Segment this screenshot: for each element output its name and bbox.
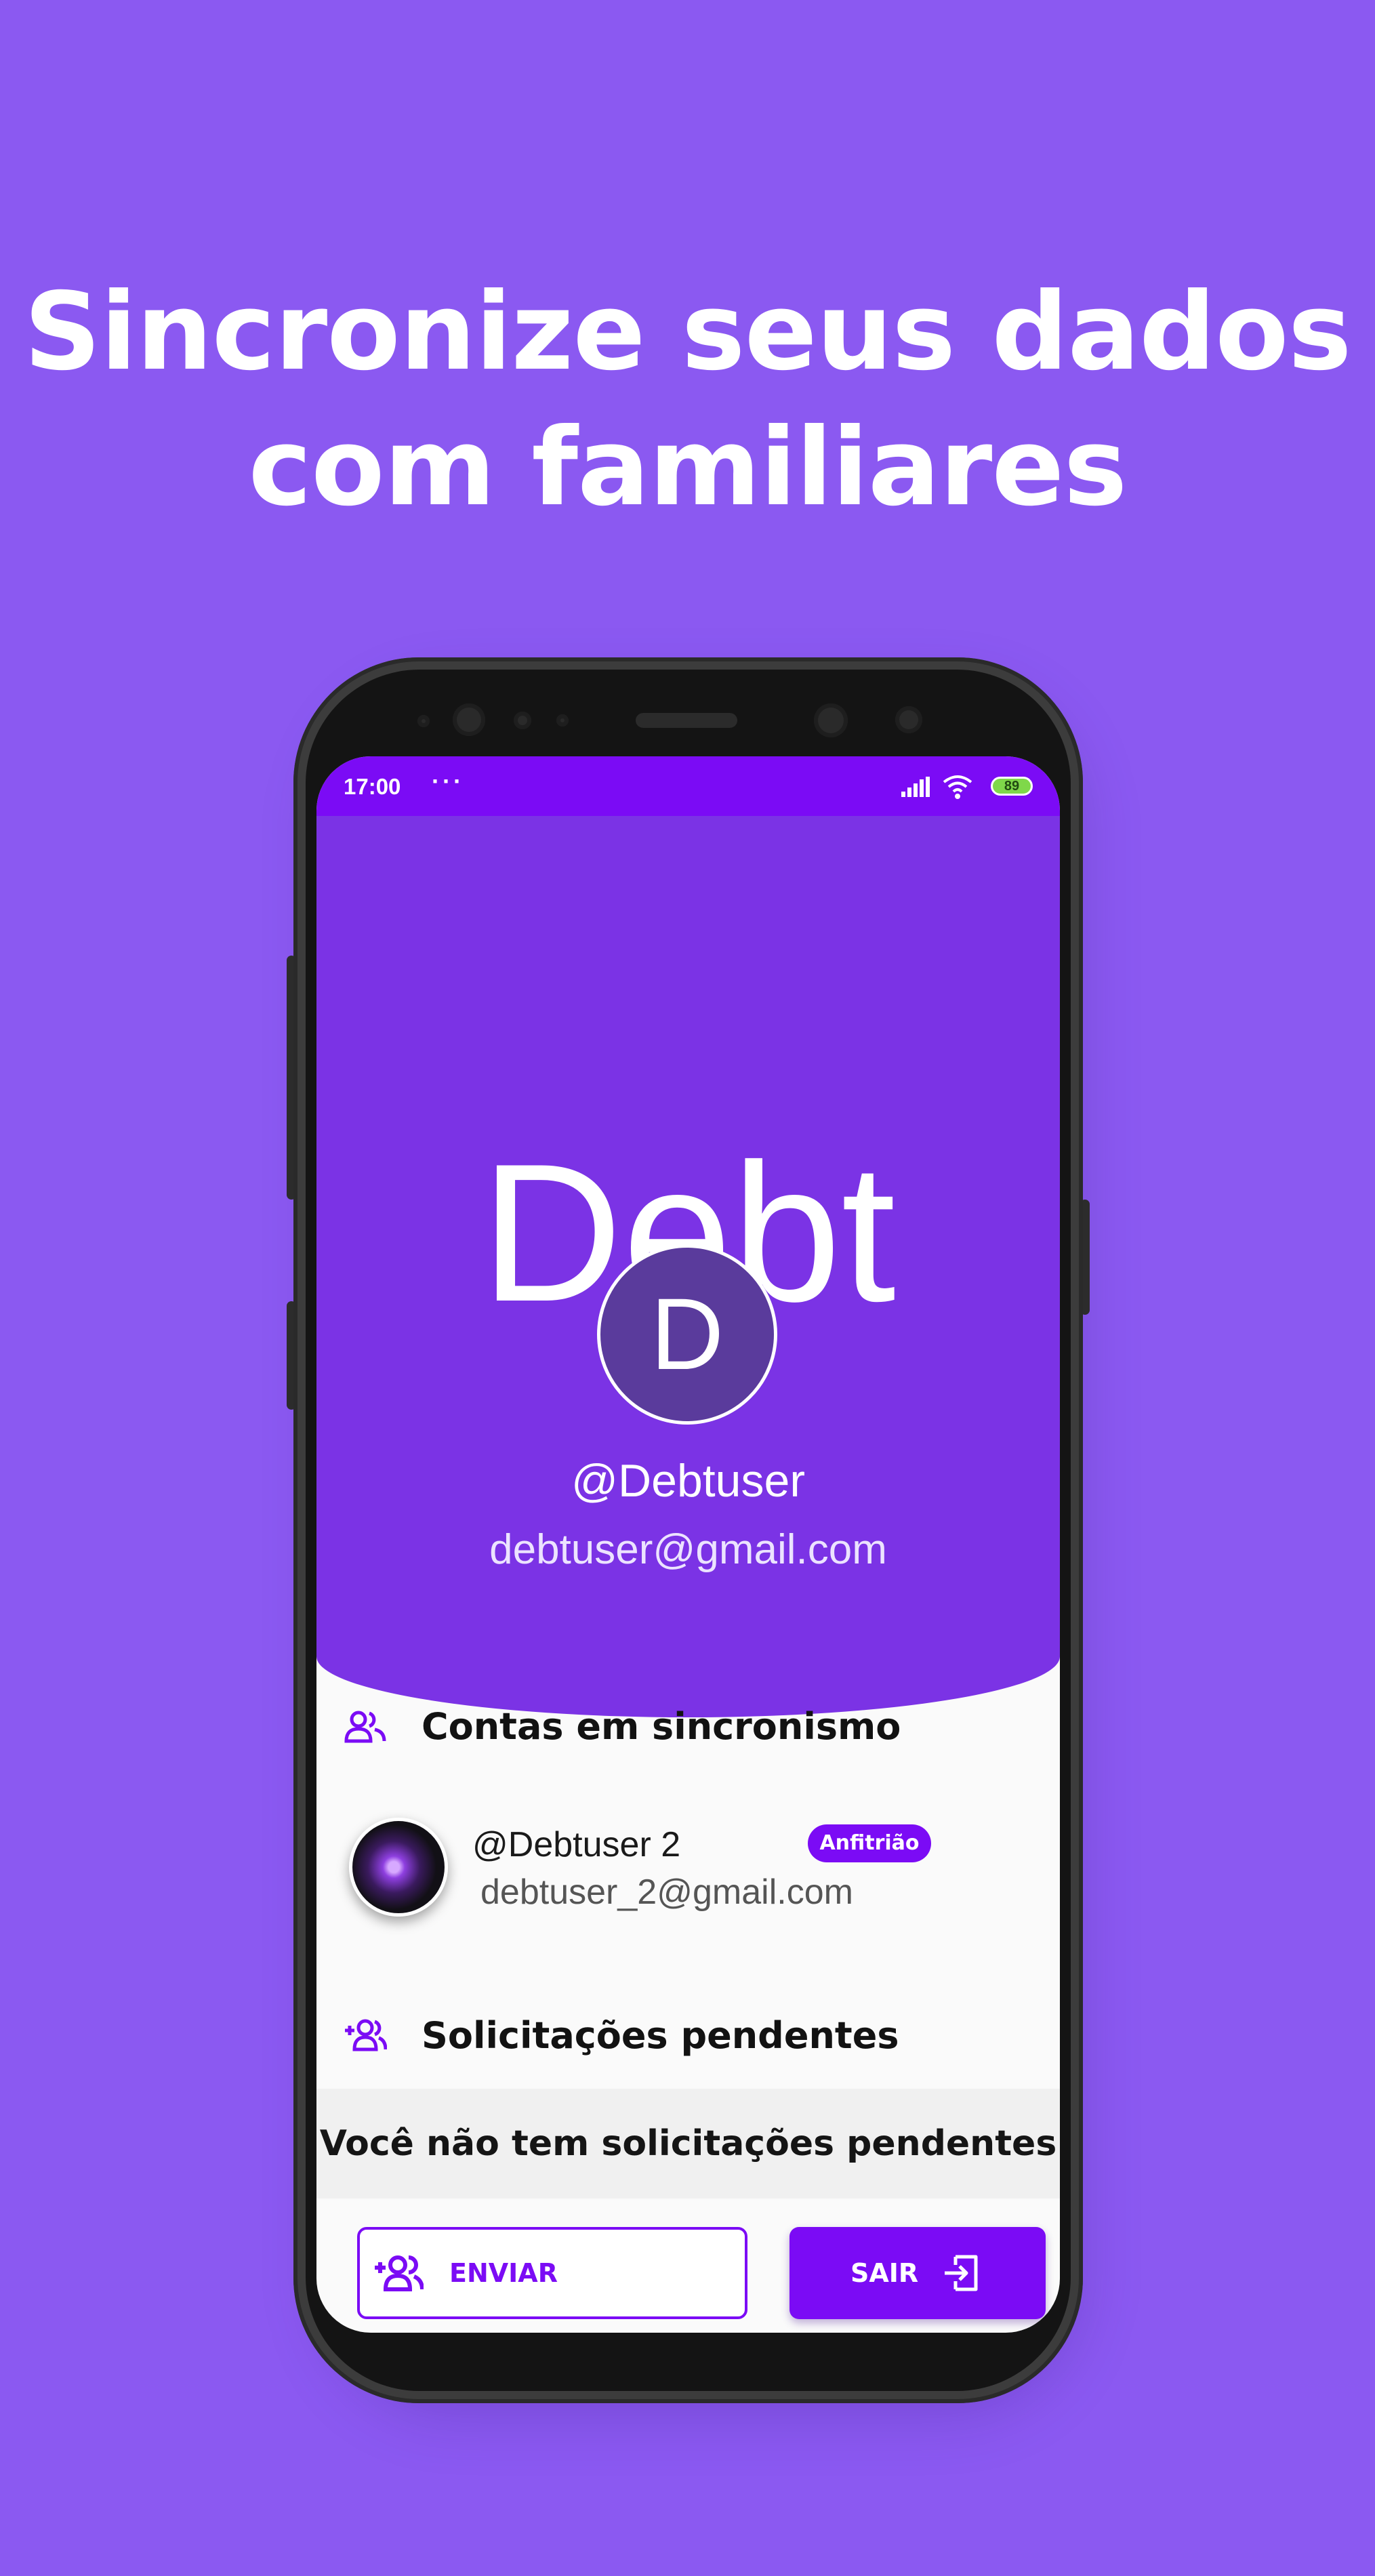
- front-camera-2: [814, 703, 848, 737]
- exit-button[interactable]: SAIR: [789, 2227, 1046, 2319]
- host-badge: Anfitrião: [808, 1824, 931, 1862]
- front-sensor: [417, 715, 430, 727]
- front-camera-3: [895, 706, 922, 733]
- sensor-dot: [514, 712, 531, 729]
- send-request-button[interactable]: ENVIAR SOLICITAÇÃO: [357, 2227, 747, 2319]
- profile-email: debtuser@gmail.com: [489, 1526, 887, 1573]
- wifi-icon: [943, 775, 972, 799]
- people-icon: [344, 1711, 386, 1743]
- pending-requests-empty: Você não tem solicitações pendentes: [316, 2089, 1060, 2199]
- battery-icon: 89: [991, 777, 1033, 796]
- pending-requests-title: Solicitações pendentes: [422, 2014, 899, 2057]
- status-time: 17:00: [344, 774, 401, 799]
- synced-accounts-title: Contas em sincronismo: [422, 1705, 901, 1748]
- headline: Sincronize seus dados com familiares: [0, 264, 1375, 535]
- front-camera: [453, 703, 485, 736]
- account-avatar: [349, 1818, 448, 1917]
- add-people-icon: [345, 2019, 387, 2051]
- profile-username: @Debtuser: [571, 1455, 805, 1507]
- earpiece-speaker: [636, 713, 737, 728]
- app-screen: 17:00 ··· 89 Debt D @Debtuser debtuser@g…: [316, 756, 1060, 2333]
- sensor-dot-2: [556, 714, 569, 727]
- signal-icon: [901, 777, 930, 797]
- exit-label: SAIR: [850, 2258, 919, 2288]
- account-email: debtuser_2@gmail.com: [480, 1873, 853, 1912]
- account-username: @Debtuser 2: [472, 1825, 681, 1864]
- user-avatar[interactable]: D: [597, 1244, 777, 1425]
- status-bar: 17:00 ··· 89: [316, 756, 1060, 816]
- status-notification-dots: ···: [432, 767, 464, 795]
- headline-line-1: Sincronize seus dados: [24, 270, 1351, 394]
- logout-icon: [945, 2255, 978, 2291]
- send-request-label: ENVIAR SOLICITAÇÃO: [449, 2258, 558, 2288]
- add-people-icon: [375, 2255, 424, 2291]
- headline-line-2: com familiares: [248, 405, 1127, 530]
